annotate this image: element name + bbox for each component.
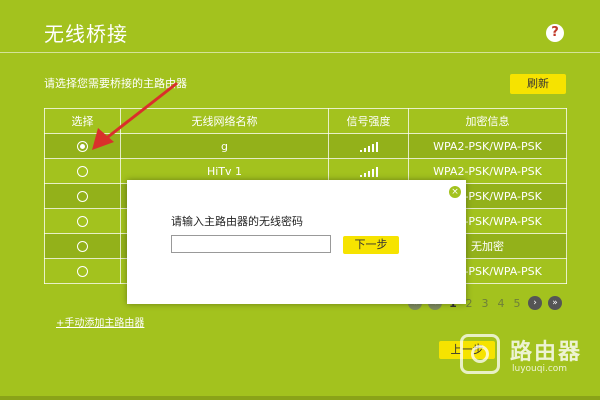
select-cell[interactable]	[44, 133, 121, 159]
page-number-4[interactable]: 4	[496, 297, 506, 310]
signal-strength-icon	[359, 166, 378, 177]
column-header-ssid: 无线网络名称	[120, 108, 329, 134]
page-title: 无线桥接	[44, 22, 128, 46]
select-radio[interactable]	[77, 241, 88, 252]
page-number-3[interactable]: 3	[480, 297, 490, 310]
add-router-manually-link[interactable]: +手动添加主路由器	[56, 314, 144, 329]
watermark-url: luyouqi.com	[512, 364, 568, 374]
watermark-text: 路由器	[510, 340, 583, 365]
watermark: 路由器 luyouqi.com	[454, 330, 594, 378]
instruction-text: 请选择您需要桥接的主路由器	[44, 77, 187, 90]
select-cell[interactable]	[44, 258, 121, 284]
signal-strength-icon	[359, 141, 378, 152]
signal-cell	[328, 133, 409, 159]
select-radio[interactable]	[77, 191, 88, 202]
table-row[interactable]: g WPA2-PSK/WPA-PSK	[44, 133, 567, 159]
select-cell[interactable]	[44, 233, 121, 259]
ssid-cell: g	[120, 133, 329, 159]
select-radio[interactable]	[77, 166, 88, 177]
column-header-encryption: 加密信息	[408, 108, 567, 134]
select-cell[interactable]	[44, 208, 121, 234]
help-icon[interactable]: ?	[546, 24, 564, 42]
refresh-button[interactable]: 刷新	[510, 74, 566, 94]
router-logo-icon	[460, 334, 500, 374]
select-radio[interactable]	[77, 216, 88, 227]
table-header-row: 选择 无线网络名称 信号强度 加密信息	[44, 108, 567, 134]
select-cell[interactable]	[44, 183, 121, 209]
bottom-bar	[0, 396, 600, 400]
next-page-icon[interactable]: ›	[528, 296, 542, 310]
password-dialog: × 请输入主路由器的无线密码 下一步	[127, 180, 466, 304]
select-radio[interactable]	[77, 266, 88, 277]
title-divider	[0, 52, 600, 53]
password-prompt: 请输入主路由器的无线密码	[171, 215, 303, 228]
next-step-button[interactable]: 下一步	[343, 236, 399, 254]
select-radio[interactable]	[77, 141, 88, 152]
column-header-signal: 信号强度	[328, 108, 409, 134]
close-icon[interactable]: ×	[449, 186, 461, 198]
page-number-5[interactable]: 5	[512, 297, 522, 310]
password-input[interactable]	[171, 235, 331, 253]
encryption-cell: WPA2-PSK/WPA-PSK	[408, 133, 567, 159]
select-cell[interactable]	[44, 158, 121, 184]
last-page-icon[interactable]: »	[548, 296, 562, 310]
column-header-select: 选择	[44, 108, 121, 134]
